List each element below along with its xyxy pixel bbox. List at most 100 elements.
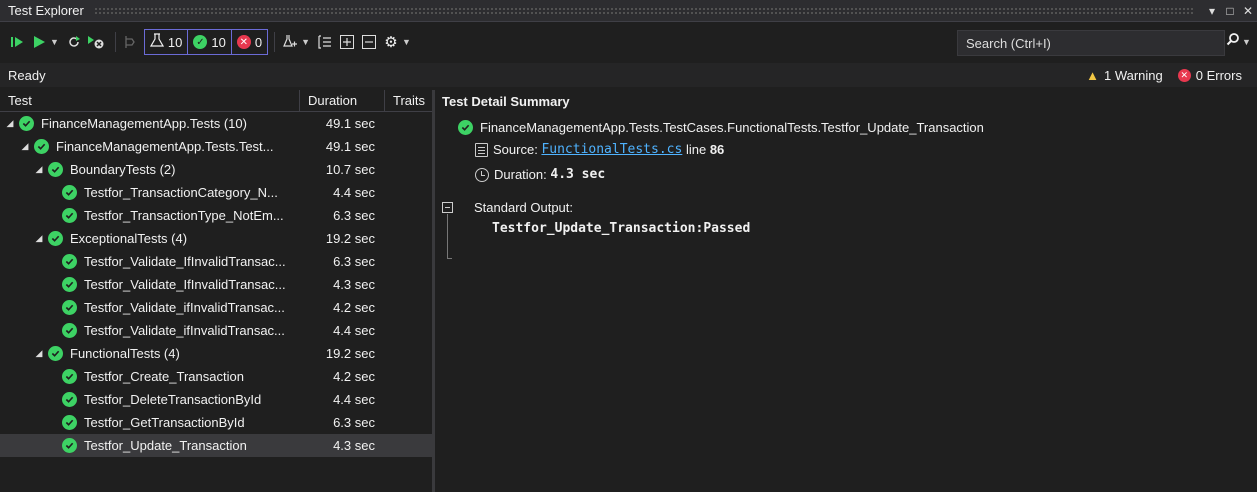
close-button[interactable]: ✕ [1239,4,1257,18]
tree-row-duration: 6.3 sec [333,208,375,223]
tree-row-label: FinanceManagementApp.Tests (10) [41,116,247,131]
cancel-run-icon[interactable] [87,30,105,54]
expand-toggle-icon[interactable]: ◢ [5,118,15,129]
collapse-all-icon[interactable] [360,30,378,54]
passed-icon [62,208,77,223]
column-header-duration[interactable]: Duration [300,89,385,112]
status-bar: Ready ▲ 1 Warning ✕ 0 Errors [0,63,1257,87]
tree-row-duration: 49.1 sec [325,116,375,131]
detail-heading: Test Detail Summary [442,94,570,109]
column-header-traits[interactable]: Traits [385,90,432,112]
tree-row-name-cell: Testfor_Validate_IfInvalidTransac... [0,277,300,292]
passed-icon [48,346,63,361]
tree-row[interactable]: Testfor_GetTransactionById 6.3 sec [0,411,432,434]
tree-row-label: Testfor_Validate_ifInvalidTransac... [84,300,285,315]
errors-indicator[interactable]: ✕ 0 Errors [1177,67,1242,83]
tree-row-duration: 49.1 sec [325,139,375,154]
passed-icon [62,438,77,453]
tree-row[interactable]: Testfor_TransactionCategory_N... 4.4 sec [0,181,432,204]
passed-icon [62,254,77,269]
settings-dropdown-icon[interactable]: ▼ [402,37,411,47]
tree-row-duration: 4.2 sec [333,369,375,384]
expand-toggle-icon[interactable]: ◢ [34,164,44,175]
search-icon[interactable] [1226,32,1240,50]
failed-icon: ✕ [236,35,251,49]
expand-all-icon[interactable] [338,30,356,54]
window-position-dropdown[interactable]: ▾ [1203,4,1221,18]
tree-row-name-cell: Testfor_Create_Transaction [0,369,300,384]
expand-toggle-icon[interactable]: ◢ [20,141,30,152]
tree-row-name-cell: ◢ BoundaryTests (2) [0,162,300,177]
tree-row-label: FinanceManagementApp.Tests.Test... [56,139,274,154]
tree-row[interactable]: ◢ FunctionalTests (4) 19.2 sec [0,342,432,365]
detail-duration-row: Duration: 4.3 sec [475,167,605,182]
settings-gear-icon[interactable]: ⚙ [382,30,400,54]
collapse-output-icon[interactable] [442,202,453,213]
column-header-test[interactable]: Test [0,89,300,112]
tree-row-name-cell: ◢ FinanceManagementApp.Tests.Test... [0,139,300,154]
tree-row[interactable]: Testfor_Validate_ifInvalidTransac... 4.2 … [0,296,432,319]
tree-row[interactable]: ◢ BoundaryTests (2) 10.7 sec [0,158,432,181]
tree-row[interactable]: Testfor_DeleteTransactionById 4.4 sec [0,388,432,411]
maximize-button[interactable]: □ [1221,4,1239,18]
passed-icon [458,120,473,135]
stdout-label: Standard Output: [474,200,574,215]
warnings-indicator[interactable]: ▲ 1 Warning [1086,68,1163,83]
tree-row-label: Testfor_TransactionType_NotEm... [84,208,284,223]
tree-row-duration: 4.4 sec [333,323,375,338]
tree-row-name-cell: ◢ ExceptionalTests (4) [0,231,300,246]
expand-toggle-icon[interactable]: ◢ [34,233,44,244]
tree-row[interactable]: Testfor_Update_Transaction 4.3 sec [0,434,432,457]
tree-row[interactable]: ◢ FinanceManagementApp.Tests (10) 49.1 sec [0,112,432,135]
playlist-dropdown-icon[interactable]: ▼ [301,37,310,47]
tree-row-duration: 10.7 sec [325,162,375,177]
passed-icon [62,392,77,407]
drag-grip[interactable] [93,6,1193,15]
passed-tests-filter[interactable]: ✓ 10 [187,30,230,54]
run-icon[interactable] [30,30,48,54]
tree-row-name-cell: Testfor_Validate_IfInvalidTransac... [0,254,300,269]
filter-traits-icon[interactable] [122,30,140,54]
tree-row-duration: 19.2 sec [325,346,375,361]
tree-row[interactable]: Testfor_Validate_IfInvalidTransac... 4.3 … [0,273,432,296]
repeat-run-icon[interactable] [65,30,83,54]
tree-rows: ◢ FinanceManagementApp.Tests (10) 49.1 sec… [0,112,432,457]
tree-row[interactable]: Testfor_Validate_IfInvalidTransac... 6.3 … [0,250,432,273]
playlist-icon[interactable] [281,30,299,54]
tree-row-duration: 4.2 sec [333,300,375,315]
tree-row-label: ExceptionalTests (4) [70,231,188,246]
tree-row[interactable]: Testfor_TransactionType_NotEm... 6.3 sec [0,204,432,227]
tree-row-duration: 4.3 sec [333,277,375,292]
test-detail-pane: Test Detail Summary FinanceManagementApp… [435,90,1257,492]
tree-row[interactable]: ◢ ExceptionalTests (4) 19.2 sec [0,227,432,250]
search-options-dropdown-icon[interactable]: ▼ [1242,37,1251,47]
failed-tests-filter[interactable]: ✕ 0 [230,30,267,54]
run-all-icon[interactable] [8,30,26,54]
duration-value: 4.3 sec [550,167,606,182]
expand-toggle-icon[interactable]: ◢ [34,348,44,359]
toolbar-separator [274,32,276,52]
title-bar: Test Explorer ▾ □ ✕ [0,0,1257,22]
tree-row-name-cell: Testfor_GetTransactionById [0,415,300,430]
duration-label: Duration: [494,167,547,182]
tree-row[interactable]: Testfor_Validate_ifInvalidTransac... 4.4 … [0,319,432,342]
tree-row-name-cell: Testfor_TransactionType_NotEm... [0,208,300,223]
stdout-text: Testfor_Update_Transaction:Passed [492,221,751,236]
errors-count: 0 Errors [1195,67,1242,83]
detail-test-name: FinanceManagementApp.Tests.TestCases.Fun… [480,120,984,135]
tree-row-name-cell: Testfor_Validate_ifInvalidTransac... [0,300,300,315]
tree-row-label: Testfor_Validate_IfInvalidTransac... [84,254,286,269]
total-tests-filter[interactable]: 10 [145,30,187,54]
tree-row[interactable]: ◢ FinanceManagementApp.Tests.Test... 49.1 … [0,135,432,158]
tree-row-label: Testfor_Create_Transaction [84,369,244,384]
search-input[interactable]: Search (Ctrl+I) [957,30,1225,56]
total-tests-count: 10 [167,34,183,50]
tree-row[interactable]: Testfor_Create_Transaction 4.2 sec [0,365,432,388]
tree-row-name-cell: Testfor_DeleteTransactionById [0,392,300,407]
passed-icon [62,415,77,430]
passed-icon [62,300,77,315]
tree-row-name-cell: Testfor_Update_Transaction [0,438,300,453]
group-by-icon[interactable] [316,30,334,54]
run-dropdown-icon[interactable]: ▼ [50,37,59,47]
source-file-link[interactable]: FunctionalTests.cs [541,142,682,157]
